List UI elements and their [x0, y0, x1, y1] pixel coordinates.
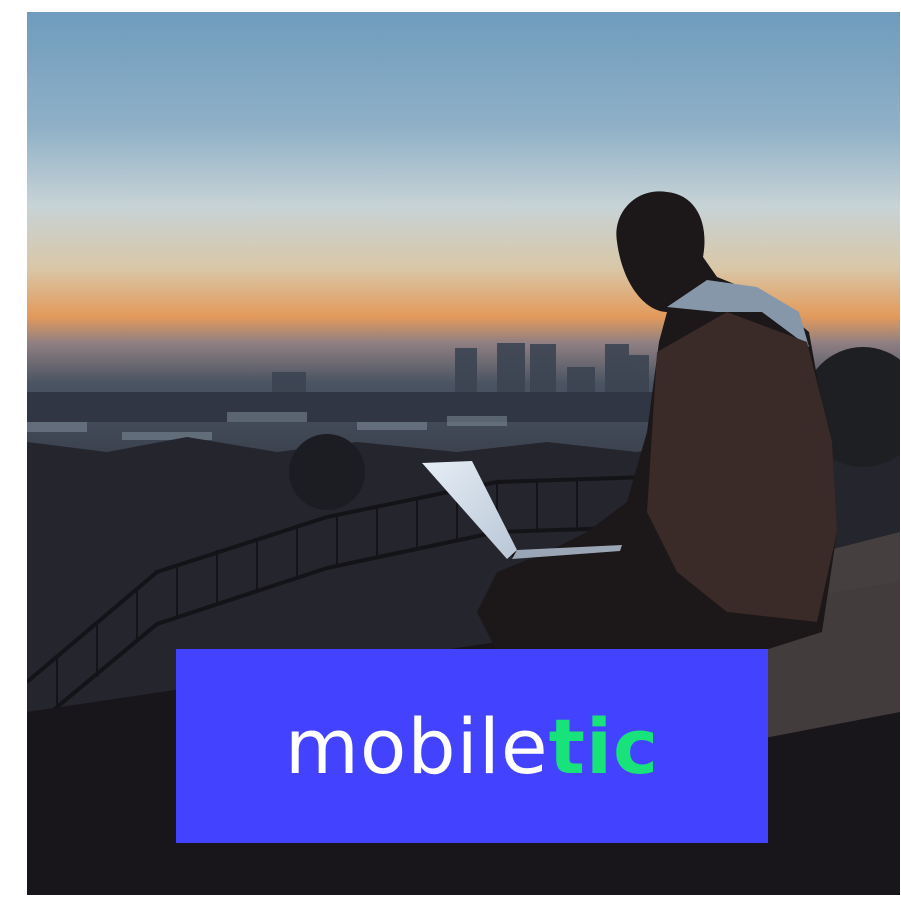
- logo-wordmark: mobiletic: [285, 709, 659, 785]
- mobiletic-logo: mobiletic: [176, 649, 768, 843]
- logo-text-regular: mobile: [284, 702, 549, 791]
- logo-text-bold: tic: [548, 702, 660, 791]
